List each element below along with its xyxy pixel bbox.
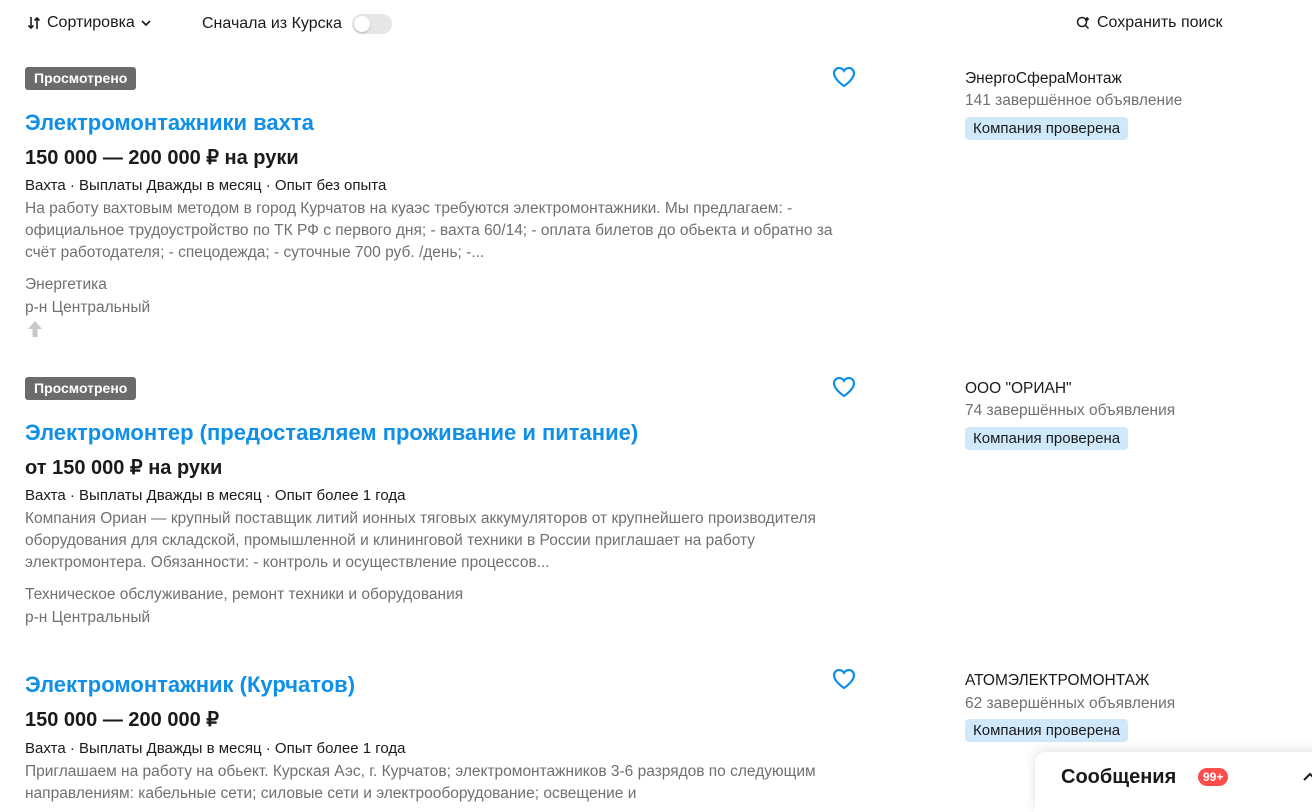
kursk-first-filter: Сначала из Курска: [202, 14, 392, 34]
company-verified-badge: Компания проверена: [965, 719, 1129, 742]
chevron-up-icon[interactable]: [1303, 772, 1312, 782]
company-listings-count: 74 завершённых объявления: [965, 402, 1176, 419]
favorite-heart-icon[interactable]: [832, 668, 856, 690]
listing-salary: от 150 000 ₽ на руки: [25, 457, 223, 479]
listing-salary: 150 000 — 200 000 ₽ на руки: [25, 147, 299, 169]
toggle-knob: [353, 16, 370, 32]
listing-description: Приглашаем на работу на обьект. Курская …: [25, 763, 816, 802]
favorite-heart-icon[interactable]: [832, 66, 856, 88]
raise-arrow-icon[interactable]: [26, 320, 44, 338]
save-search-button[interactable]: Сохранить поиск: [1075, 14, 1222, 32]
viewed-badge: Просмотрено: [25, 67, 137, 90]
toolbar: Сортировка Сначала из Курска Сохранить п…: [0, 0, 1312, 48]
listing-description: Компания Ориан — крупный поставщик литий…: [25, 510, 816, 571]
listing-meta: Вахта · Выплаты Дважды в месяц · Опыт бо…: [25, 740, 406, 757]
listing-title[interactable]: Электромонтер (предоставляем проживание …: [25, 420, 638, 446]
listing-district: р-н Центральный: [25, 609, 151, 626]
save-search-icon: [1076, 16, 1090, 30]
viewed-badge: Просмотрено: [25, 377, 137, 400]
sort-arrows-icon: [27, 16, 41, 30]
company-name[interactable]: АТОМЭЛЕКТРОМОНТАЖ: [965, 672, 1149, 690]
company-name[interactable]: ЭнергоСфераМонтаж: [965, 70, 1122, 88]
company-verified-badge: Компания проверена: [965, 427, 1129, 450]
listing-description: На работу вахтовым методом в город Курча…: [25, 200, 833, 261]
listing-meta: Вахта · Выплаты Дважды в месяц · Опыт бе…: [25, 177, 387, 194]
sort-label: Сортировка: [47, 14, 135, 31]
listing-title[interactable]: Электромонтажник (Курчатов): [25, 672, 355, 698]
company-listings-count: 141 завершённое объявление: [965, 92, 1183, 109]
listing-salary: 150 000 — 200 000 ₽: [25, 709, 219, 731]
listing-district: р-н Центральный: [25, 299, 151, 316]
sort-button[interactable]: Сортировка: [27, 14, 151, 32]
favorite-heart-icon[interactable]: [832, 376, 856, 398]
kursk-first-label: Сначала из Курска: [202, 15, 342, 32]
listing-category: Техническое обслуживание, ремонт техники…: [25, 586, 464, 603]
kursk-first-toggle[interactable]: [351, 14, 392, 34]
company-name[interactable]: ООО "ОРИАН": [965, 380, 1072, 398]
listing-category: Энергетика: [25, 276, 107, 293]
chevron-down-icon: [141, 20, 151, 27]
messages-count-badge: 99+: [1198, 768, 1229, 786]
company-listings-count: 62 завершённых объявления: [965, 695, 1176, 712]
save-search-label: Сохранить поиск: [1097, 14, 1223, 31]
messages-label: Сообщения: [1061, 766, 1177, 788]
listing-meta: Вахта · Выплаты Дважды в месяц · Опыт бо…: [25, 487, 406, 504]
company-verified-badge: Компания проверена: [965, 117, 1129, 140]
listing-title[interactable]: Электромонтажники вахта: [25, 110, 314, 136]
messages-panel[interactable]: Сообщения 99+: [1035, 752, 1312, 812]
